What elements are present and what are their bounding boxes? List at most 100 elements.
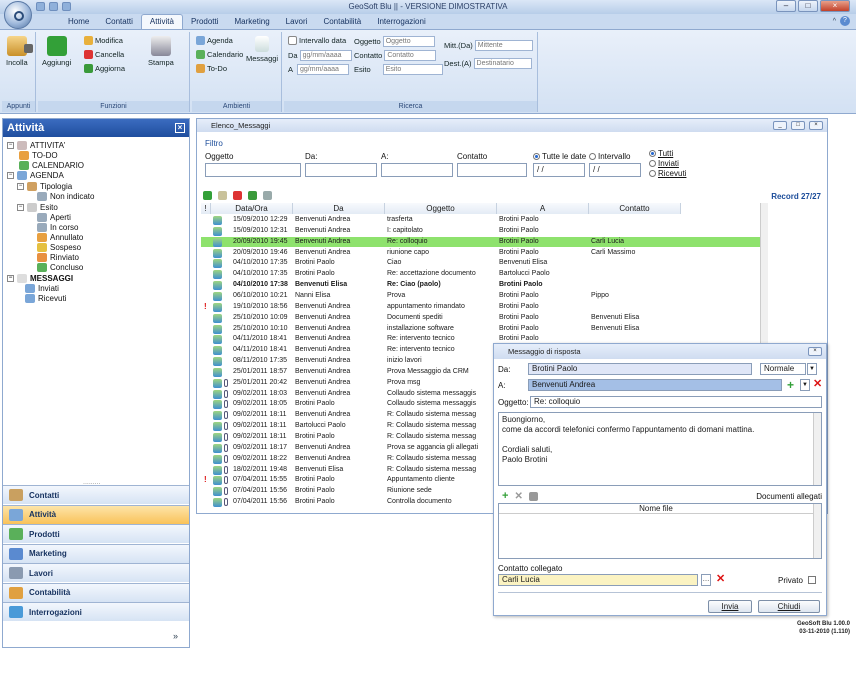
tree-node[interactable]: − ATTIVITA' [7, 141, 65, 150]
table-row[interactable]: 15/09/2010 12:31 Benvenuti Andrea I: capit… [201, 226, 760, 237]
window-minimize-button[interactable]: _ [773, 121, 787, 130]
send-button[interactable]: Invia [708, 600, 752, 613]
attachments-list[interactable]: Nome file [498, 503, 822, 559]
contact-input[interactable]: Contatto [384, 50, 437, 61]
edit-button[interactable]: Modifica [84, 36, 123, 45]
tree-node[interactable]: − MESSAGGI [7, 274, 73, 283]
radio-all[interactable]: Tutti [649, 149, 673, 158]
close-dialog-button[interactable]: Chiudi [758, 600, 820, 613]
app-menu-button[interactable] [4, 1, 32, 29]
panel-close-button[interactable]: × [175, 123, 185, 133]
tab-contabilita[interactable]: Contabilità [315, 14, 369, 30]
todo-button[interactable]: To-Do [196, 64, 227, 73]
remove-attachment-icon[interactable]: ✕ [514, 491, 522, 502]
tree-node[interactable]: − Esito [17, 203, 58, 212]
subject-input[interactable]: Oggetto [382, 36, 435, 47]
ribbon-collapse-icon[interactable]: ^ [833, 18, 836, 25]
radio-all-dates[interactable]: Tutte le date [533, 152, 586, 161]
tree-node[interactable]: Annullato [37, 233, 83, 242]
recipient-dropdown-icon[interactable]: ▼ [800, 379, 810, 391]
message-body[interactable]: Buongiorno, come da accordi telefonici co… [498, 412, 822, 486]
add-attachment-icon[interactable]: + [502, 490, 508, 502]
date-range-checkbox[interactable]: Intervallo data [288, 36, 346, 45]
edit-icon[interactable] [218, 191, 227, 200]
window-close-button[interactable]: × [809, 121, 823, 130]
tree-node[interactable]: − Tipologia [17, 182, 72, 191]
column-header[interactable]: Data/Ora [211, 203, 293, 214]
nav-button-5[interactable]: Contabilità [3, 582, 189, 602]
table-row[interactable]: 04/10/2010 17:38 Benvenuti Elisa Re: Ciao … [201, 280, 760, 291]
interval-from-input[interactable]: / / [533, 163, 585, 177]
tab-contatti[interactable]: Contatti [97, 14, 141, 30]
to-date-input[interactable]: gg/mm/aaaa [297, 64, 350, 75]
tree-expander-icon[interactable]: − [7, 142, 14, 149]
from-field[interactable]: Brotini Paolo [528, 363, 752, 375]
close-button[interactable]: × [820, 0, 850, 12]
cut-icon[interactable] [24, 44, 33, 53]
column-header[interactable]: ! [201, 203, 211, 214]
tab-interrogazioni[interactable]: Interrogazioni [369, 14, 433, 30]
print-button[interactable]: Stampa [148, 36, 174, 67]
private-checkbox[interactable] [808, 576, 816, 584]
nav-button-2[interactable]: Prodotti [3, 524, 189, 543]
radio-received[interactable]: Ricevuti [649, 169, 686, 178]
clear-contact-icon[interactable]: ✕ [716, 572, 725, 585]
tree-node[interactable]: CALENDARIO [19, 161, 84, 170]
tree-node[interactable]: Aperti [37, 213, 71, 222]
remove-recipient-icon[interactable]: ✕ [813, 377, 822, 390]
tree-expander-icon[interactable]: − [7, 172, 14, 179]
table-row[interactable]: 04/10/2010 17:35 Brotini Paolo Re: accetta… [201, 269, 760, 280]
body-scrollbar[interactable] [813, 413, 821, 485]
table-row[interactable]: 04/10/2010 17:35 Brotini Paolo Ciao Benvenu… [201, 258, 760, 269]
contact-lookup-icon[interactable]: … [701, 574, 711, 586]
table-row[interactable]: 25/10/2010 10:10 Benvenuti Andrea installa… [201, 324, 760, 335]
column-header[interactable]: Contatto [589, 203, 681, 214]
tab-marketing[interactable]: Marketing [227, 14, 278, 30]
tree-expander-icon[interactable]: − [7, 275, 14, 282]
delete-button[interactable]: Cancella [84, 50, 124, 59]
print-icon[interactable] [263, 191, 272, 200]
sender-input[interactable]: Mittente [474, 40, 533, 51]
tree-node[interactable]: Ricevuti [25, 294, 66, 303]
tree-expander-icon[interactable]: − [17, 204, 24, 211]
table-row[interactable]: 06/10/2010 10:21 Nanni Elisa Prova Brotini … [201, 291, 760, 302]
filter-contact-input[interactable] [457, 163, 527, 177]
tab-lavori[interactable]: Lavori [278, 14, 316, 30]
priority-select[interactable]: Normale [760, 363, 806, 375]
nav-button-3[interactable]: Marketing [3, 543, 189, 563]
radio-interval[interactable]: Intervallo [589, 152, 630, 161]
save-attachment-icon[interactable] [528, 491, 538, 501]
column-header[interactable]: Oggetto [385, 203, 497, 214]
subject-field[interactable]: Re: colloquio [530, 396, 822, 408]
tree-node[interactable]: Non indicato [37, 192, 94, 201]
agenda-button[interactable]: Agenda [196, 36, 233, 45]
tree-node[interactable]: − AGENDA [7, 171, 64, 180]
add-recipient-icon[interactable]: + [787, 378, 794, 392]
minimize-button[interactable]: – [776, 0, 796, 12]
filter-from-input[interactable] [305, 163, 377, 177]
nav-expand-icon[interactable]: » [173, 631, 178, 641]
tree-node[interactable]: Concluso [37, 263, 83, 272]
filter-to-input[interactable] [381, 163, 453, 177]
column-header[interactable]: Da [293, 203, 385, 214]
nav-button-1[interactable]: Attività [3, 504, 189, 524]
tree-node[interactable]: Sospeso [37, 243, 81, 252]
calendar-button[interactable]: Calendario [196, 50, 243, 59]
radio-sent[interactable]: Inviati [649, 159, 679, 168]
column-header[interactable]: A [497, 203, 589, 214]
dialog-close-button[interactable]: × [808, 347, 822, 356]
attachments-scrollbar[interactable] [813, 504, 821, 558]
add-icon[interactable] [203, 191, 212, 200]
window-maximize-button[interactable]: □ [791, 121, 805, 130]
tab-home[interactable]: Home [60, 14, 97, 30]
nav-button-0[interactable]: Contatti [3, 485, 189, 504]
table-row[interactable]: 20/09/2010 19:45 Benvenuti Andrea Re: coll… [201, 236, 760, 248]
tab-attivita[interactable]: Attività [140, 14, 183, 29]
tree-node[interactable]: Rinviato [37, 253, 79, 262]
linked-contact-field[interactable]: Carli Lucia [498, 574, 698, 586]
tree-expander-icon[interactable]: − [17, 183, 24, 190]
tree-node[interactable]: In corso [37, 223, 78, 232]
to-field[interactable]: Benvenuti Andrea [528, 379, 782, 391]
messages-button[interactable]: Messaggi [246, 36, 278, 63]
nav-button-6[interactable]: Interrogazioni [3, 602, 189, 621]
